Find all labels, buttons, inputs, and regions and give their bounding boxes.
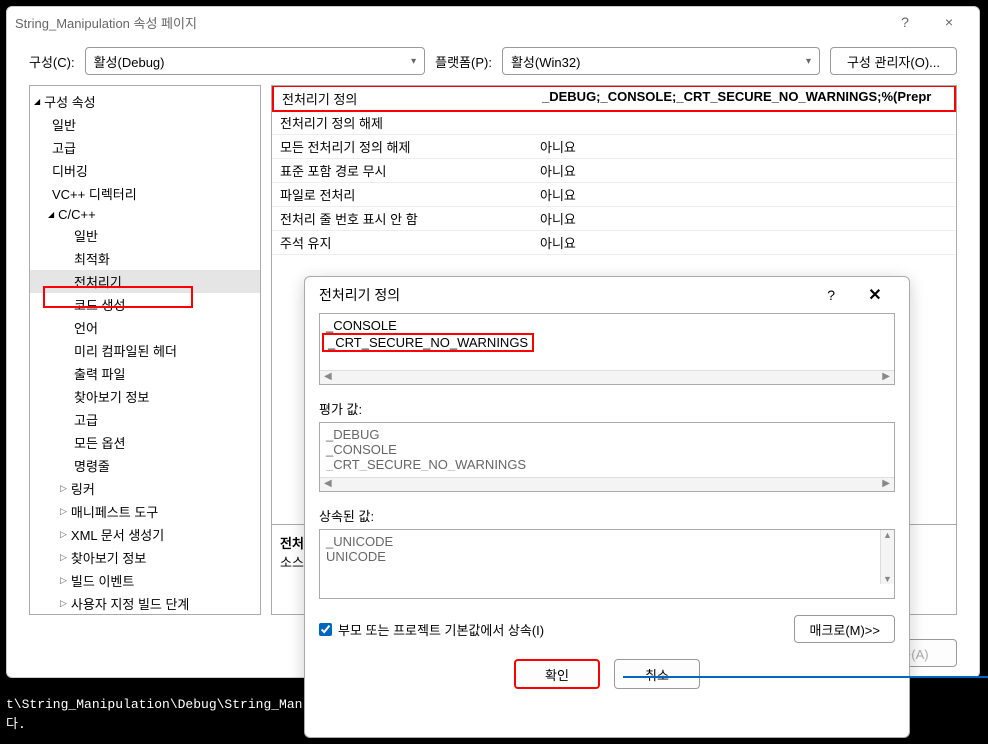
inherit-line: _UNICODE (326, 534, 888, 549)
eval-section: 평가 값: _DEBUG _CONSOLE _CRT_SECURE_NO_WAR… (305, 385, 909, 492)
tree-item[interactable]: 일반 (30, 224, 260, 247)
preprocessor-defs-dialog: 전처리기 정의 ? ✕ _CONSOLE _CRT_SECURE_NO_WARN… (304, 276, 910, 738)
help-button[interactable]: ? (883, 8, 927, 36)
tree-item[interactable]: 빌드 이벤트 (30, 569, 260, 592)
tree-cpp[interactable]: C/C++ (30, 205, 260, 224)
inherit-checkbox[interactable] (319, 623, 332, 636)
window-title: String_Manipulation 속성 페이지 (15, 13, 883, 32)
eval-values: _DEBUG _CONSOLE _CRT_SECURE_NO_WARNINGS … (319, 422, 895, 492)
config-manager-button[interactable]: 구성 관리자(O)... (830, 47, 957, 75)
close-button[interactable]: × (927, 8, 971, 36)
grid-value[interactable]: 아니요 (532, 183, 956, 206)
tree-item-preprocessor[interactable]: 전처리기 (30, 270, 260, 293)
grid-name: 전처리기 정의 (274, 87, 534, 110)
grid-name: 전처리기 정의 해제 (272, 111, 532, 134)
platform-combo[interactable]: 활성(Win32) ▾ (502, 47, 820, 75)
inherit-label: 상속된 값: (319, 506, 895, 525)
inherited-values: _UNICODE UNICODE ▲▼ (319, 529, 895, 599)
inner-title: 전처리기 정의 (319, 285, 827, 305)
grid-value[interactable] (532, 111, 956, 134)
help-button[interactable]: ? (827, 287, 835, 303)
platform-combo-value: 활성(Win32) (511, 52, 580, 71)
ok-button[interactable]: 확인 (514, 659, 600, 689)
tree-item[interactable]: 언어 (30, 316, 260, 339)
grid-row[interactable]: 전처리기 정의 해제 (272, 111, 956, 135)
tree-item[interactable]: 찾아보기 정보 (30, 385, 260, 408)
tree-item[interactable]: 매니페스트 도구 (30, 500, 260, 523)
tree-item[interactable]: 사용자 지정 빌드 단계 (30, 592, 260, 615)
tree-item[interactable]: 미리 컴파일된 헤더 (30, 339, 260, 362)
chevron-down-icon: ▾ (806, 56, 811, 67)
grid-name: 전처리 줄 번호 표시 안 함 (272, 207, 532, 230)
config-combo-value: 활성(Debug) (94, 52, 165, 71)
grid-row[interactable]: 파일로 전처리 아니요 (272, 183, 956, 207)
tree-item[interactable]: 코드 생성 (30, 293, 260, 316)
inner-actions: 확인 취소 (305, 653, 909, 703)
inherit-checkbox-label: 부모 또는 프로젝트 기본값에서 상속(I) (338, 620, 544, 639)
eval-line: _DEBUG (326, 427, 888, 442)
grid-row[interactable]: 전처리 줄 번호 표시 안 함 아니요 (272, 207, 956, 231)
scrollbar-v[interactable]: ▲▼ (880, 530, 894, 584)
inner-titlebar: 전처리기 정의 ? ✕ (305, 277, 909, 313)
grid-value[interactable]: 아니요 (532, 231, 956, 254)
inherit-section: 상속된 값: _UNICODE UNICODE ▲▼ (305, 492, 909, 599)
grid-row[interactable]: 표준 포함 경로 무시 아니요 (272, 159, 956, 183)
config-label: 구성(C): (29, 52, 75, 71)
cancel-button[interactable]: 취소 (614, 659, 700, 689)
close-button[interactable]: ✕ (855, 285, 895, 305)
grid-row-preprocessor-defs[interactable]: 전처리기 정의 _DEBUG;_CONSOLE;_CRT_SECURE_NO_W… (272, 86, 956, 112)
grid-name: 모든 전처리기 정의 해제 (272, 135, 532, 158)
scrollbar-h[interactable]: ◀▶ (320, 477, 894, 491)
tree-root[interactable]: 구성 속성 (30, 90, 260, 113)
grid-name: 표준 포함 경로 무시 (272, 159, 532, 182)
eval-label: 평가 값: (319, 399, 895, 418)
grid-value[interactable]: 아니요 (532, 159, 956, 182)
edit-section: _CONSOLE _CRT_SECURE_NO_WARNINGS ◀▶ (305, 313, 909, 385)
tree-item[interactable]: XML 문서 생성기 (30, 523, 260, 546)
grid-name: 파일로 전처리 (272, 183, 532, 206)
edit-line-highlighted[interactable]: _CRT_SECURE_NO_WARNINGS (322, 333, 534, 352)
tree-panel[interactable]: 구성 속성 일반 고급 디버깅 VC++ 디렉터리 C/C++ 일반 최적화 전… (29, 85, 261, 615)
config-row: 구성(C): 활성(Debug) ▾ 플랫폼(P): 활성(Win32) ▾ 구… (7, 37, 979, 85)
config-combo[interactable]: 활성(Debug) ▾ (85, 47, 426, 75)
grid-value[interactable]: _DEBUG;_CONSOLE;_CRT_SECURE_NO_WARNINGS;… (534, 87, 954, 110)
grid-value[interactable]: 아니요 (532, 207, 956, 230)
tree-item[interactable]: 최적화 (30, 247, 260, 270)
titlebar: String_Manipulation 속성 페이지 ? × (7, 7, 979, 37)
tree-item[interactable]: 고급 (30, 136, 260, 159)
tree-item[interactable]: 모든 옵션 (30, 431, 260, 454)
definitions-edit[interactable]: _CONSOLE _CRT_SECURE_NO_WARNINGS ◀▶ (319, 313, 895, 385)
grid-row[interactable]: 주석 유지 아니요 (272, 231, 956, 255)
tree-item[interactable]: 고급 (30, 408, 260, 431)
tree-item[interactable]: 명령줄 (30, 454, 260, 477)
grid-value[interactable]: 아니요 (532, 135, 956, 158)
focus-underline (623, 676, 988, 678)
tree-item[interactable]: VC++ 디렉터리 (30, 182, 260, 205)
edit-line[interactable]: _CONSOLE (326, 318, 888, 333)
grid-name: 주석 유지 (272, 231, 532, 254)
scrollbar-h[interactable]: ◀▶ (320, 370, 894, 384)
tree-item[interactable]: 일반 (30, 113, 260, 136)
macro-button[interactable]: 매크로(M)>> (794, 615, 895, 643)
tree-item[interactable]: 링커 (30, 477, 260, 500)
grid-row[interactable]: 모든 전처리기 정의 해제 아니요 (272, 135, 956, 159)
chevron-down-icon: ▾ (411, 56, 416, 67)
tree-item[interactable]: 디버깅 (30, 159, 260, 182)
eval-line: _CONSOLE (326, 442, 888, 457)
platform-label: 플랫폼(P): (435, 52, 492, 71)
tree-item[interactable]: 출력 파일 (30, 362, 260, 385)
eval-line: _CRT_SECURE_NO_WARNINGS (326, 457, 888, 471)
inherit-checkbox-row: 부모 또는 프로젝트 기본값에서 상속(I) 매크로(M)>> (305, 599, 909, 653)
inherit-line: UNICODE (326, 549, 888, 564)
tree-item[interactable]: 찾아보기 정보 (30, 546, 260, 569)
